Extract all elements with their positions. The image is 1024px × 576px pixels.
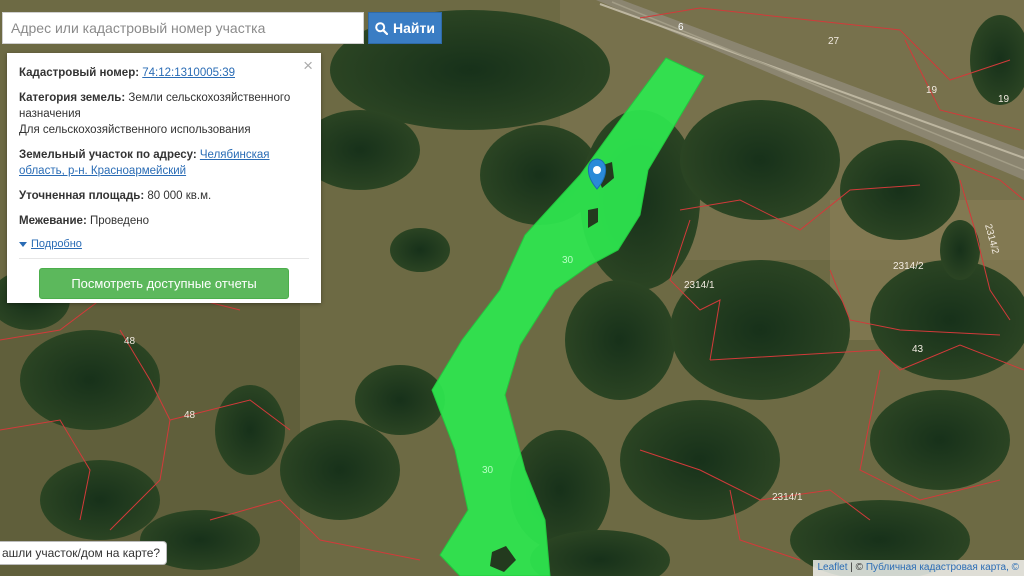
- divider: [19, 258, 309, 259]
- map-attribution: Leaflet | © Публичная кадастровая карта,…: [812, 560, 1024, 576]
- plot-label: 2314/1: [684, 280, 715, 291]
- details-link[interactable]: Подробно: [31, 236, 82, 252]
- land-category-row: Категория земель: Земли сельскохозяйстве…: [19, 90, 309, 138]
- search-button[interactable]: Найти: [368, 12, 442, 44]
- view-reports-button[interactable]: Посмотреть доступные отчеты: [39, 268, 289, 299]
- parcel-label: 30: [482, 465, 494, 476]
- attribution-separator: | ©: [847, 562, 866, 573]
- found-property-button[interactable]: ашли участок/дом на карте?: [0, 541, 168, 565]
- plot-label: 2314/2: [893, 261, 924, 272]
- chevron-down-icon: [19, 241, 27, 247]
- search-icon: [375, 21, 389, 35]
- parcel-info-panel: × Кадастровый номер: 74:12:1310005:39 Ка…: [7, 53, 321, 303]
- plot-label: 48: [124, 336, 136, 347]
- leaflet-link[interactable]: Leaflet: [818, 562, 848, 573]
- plot-label: 48: [184, 410, 196, 421]
- plot-label: 2314/1: [772, 492, 803, 503]
- search-button-label: Найти: [393, 20, 435, 36]
- land-use-value: Для сельскохозяйственного использования: [19, 124, 251, 136]
- address-row: Земельный участок по адресу: Челябинская…: [19, 147, 309, 179]
- parcel-label: 30: [562, 255, 574, 266]
- area-label: Уточненная площадь:: [19, 190, 145, 202]
- plot-label: 19: [998, 94, 1010, 105]
- plot-label: 43: [912, 344, 924, 355]
- cadastral-number-row: Кадастровый номер: 74:12:1310005:39: [19, 65, 309, 81]
- cadastral-map-link[interactable]: Публичная кадастровая карта, ©: [866, 562, 1019, 573]
- road-label: 6: [678, 22, 684, 33]
- area-value: 80 000 кв.м.: [147, 190, 212, 202]
- plot-label: 19: [926, 85, 938, 96]
- plot-label: 27: [828, 36, 840, 47]
- search-input[interactable]: [2, 12, 364, 44]
- close-icon[interactable]: ×: [303, 57, 313, 75]
- details-toggle[interactable]: Подробно: [19, 236, 309, 252]
- area-row: Уточненная площадь: 80 000 кв.м.: [19, 188, 309, 204]
- land-category-label: Категория земель:: [19, 92, 126, 104]
- survey-row: Межевание: Проведено: [19, 213, 309, 229]
- survey-value: Проведено: [89, 215, 150, 227]
- survey-label: Межевание:: [19, 215, 87, 227]
- address-label: Земельный участок по адресу:: [19, 149, 197, 161]
- cadastral-number-link[interactable]: 74:12:1310005:39: [142, 67, 235, 79]
- cadastral-number-label: Кадастровый номер:: [19, 67, 140, 79]
